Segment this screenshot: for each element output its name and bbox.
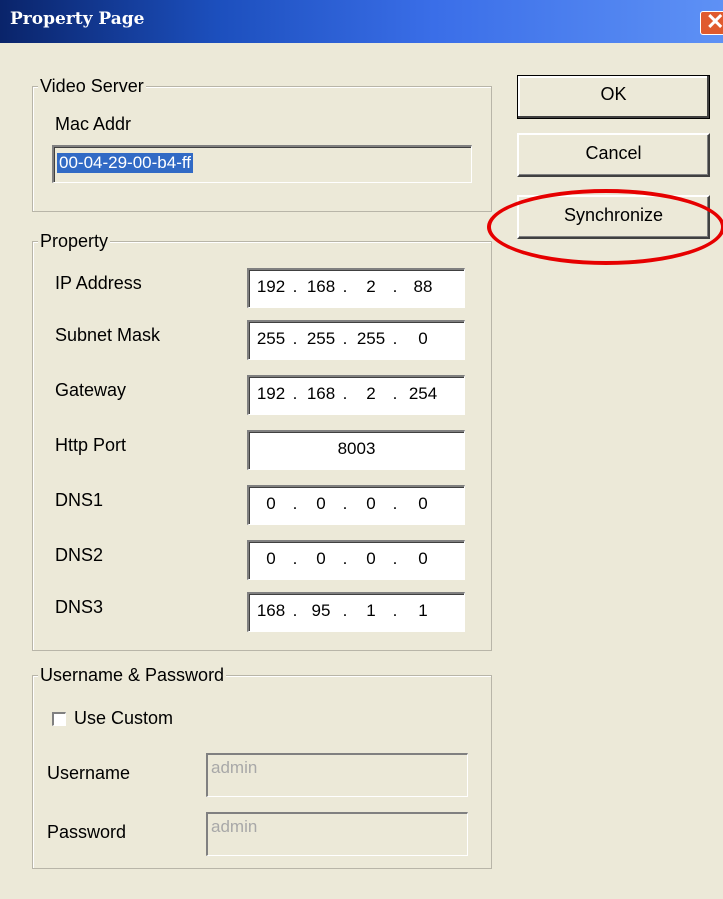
mac-addr-field[interactable]: 00-04-29-00-b4-ff xyxy=(52,145,472,183)
ip-dot: . xyxy=(392,277,398,296)
dns2-field[interactable]: 0 . 0 . 0 . 0 xyxy=(247,540,465,580)
ip-dot: . xyxy=(392,601,398,620)
ip-dot: . xyxy=(292,277,298,296)
ip-octet: 254 xyxy=(408,384,438,403)
close-icon: ✕ xyxy=(706,9,723,34)
ok-button-label: OK xyxy=(600,84,627,104)
subnet-mask-label: Subnet Mask xyxy=(55,325,161,345)
ip-octet: 168 xyxy=(256,601,286,620)
subnet-mask-field[interactable]: 255 . 255 . 255 . 0 xyxy=(247,320,465,360)
ip-octet: 255 xyxy=(256,329,286,348)
gateway-label: Gateway xyxy=(55,380,127,400)
username-field[interactable]: admin xyxy=(206,753,468,797)
cancel-button[interactable]: Cancel xyxy=(517,133,710,177)
ip-dot: . xyxy=(342,549,348,568)
ip-octet: 0 xyxy=(418,549,428,568)
synchronize-button-label: Synchronize xyxy=(563,205,664,225)
ip-octet: 0 xyxy=(316,494,326,513)
video-server-legend: Video Server xyxy=(38,75,146,97)
ip-octet: 168 xyxy=(306,384,336,403)
ip-octet: 2 xyxy=(366,384,376,403)
ip-octet: 0 xyxy=(418,494,428,513)
ip-dot: . xyxy=(292,494,298,513)
property-page-window: Property Page ✕ Video Server Mac Addr 00… xyxy=(0,0,723,899)
close-button[interactable]: ✕ xyxy=(700,9,723,35)
synchronize-button[interactable]: Synchronize xyxy=(517,195,710,239)
ip-octet: 0 xyxy=(418,329,428,348)
ip-address-label: IP Address xyxy=(55,273,142,293)
ip-dot: . xyxy=(342,277,348,296)
dns1-label: DNS1 xyxy=(55,490,104,510)
password-label: Password xyxy=(47,822,127,842)
use-custom-checkbox[interactable] xyxy=(52,712,66,726)
ip-dot: . xyxy=(392,549,398,568)
property-legend: Property xyxy=(38,230,111,252)
ip-dot: . xyxy=(342,601,348,620)
ip-dot: . xyxy=(342,329,348,348)
ip-dot: . xyxy=(392,494,398,513)
http-port-label: Http Port xyxy=(55,435,127,455)
dns1-field[interactable]: 0 . 0 . 0 . 0 xyxy=(247,485,465,525)
ip-octet: 1 xyxy=(418,601,428,620)
ip-octet: 2 xyxy=(366,277,376,296)
ip-octet: 0 xyxy=(266,494,276,513)
ip-octet: 168 xyxy=(306,277,336,296)
gateway-field[interactable]: 192 . 168 . 2 . 254 xyxy=(247,375,465,415)
ip-dot: . xyxy=(392,384,398,403)
ip-octet: 192 xyxy=(256,277,286,296)
ip-octet: 1 xyxy=(366,601,376,620)
ip-octet: 192 xyxy=(256,384,286,403)
ip-octet: 0 xyxy=(366,494,376,513)
dns2-label: DNS2 xyxy=(55,545,104,565)
ip-dot: . xyxy=(392,329,398,348)
mac-addr-value: 00-04-29-00-b4-ff xyxy=(57,153,193,173)
ip-dot: . xyxy=(292,601,298,620)
ok-button[interactable]: OK xyxy=(517,75,710,119)
ip-address-field[interactable]: 192 . 168 . 2 . 88 xyxy=(247,268,465,308)
ip-octet: 88 xyxy=(413,277,433,296)
ip-octet: 95 xyxy=(311,601,331,620)
password-value: admin xyxy=(211,817,258,836)
use-custom-label: Use Custom xyxy=(74,708,174,728)
dns3-field[interactable]: 168 . 95 . 1 . 1 xyxy=(247,592,465,632)
ip-octet: 0 xyxy=(366,549,376,568)
http-port-field[interactable]: 8003 xyxy=(247,430,465,470)
ip-octet: 0 xyxy=(266,549,276,568)
ip-dot: . xyxy=(292,384,298,403)
ip-octet: 255 xyxy=(306,329,336,348)
username-value: admin xyxy=(211,758,258,777)
ip-dot: . xyxy=(342,384,348,403)
title-bar: Property Page ✕ xyxy=(0,0,723,43)
mac-addr-label: Mac Addr xyxy=(55,114,132,134)
ip-dot: . xyxy=(292,549,298,568)
ip-octet: 255 xyxy=(356,329,386,348)
http-port-value: 8003 xyxy=(337,439,376,458)
window-title: Property Page xyxy=(10,9,145,29)
username-label: Username xyxy=(47,763,131,783)
ip-octet: 0 xyxy=(316,549,326,568)
cancel-button-label: Cancel xyxy=(585,143,642,163)
ip-dot: . xyxy=(292,329,298,348)
dns3-label: DNS3 xyxy=(55,597,104,617)
credentials-legend: Username & Password xyxy=(38,664,227,686)
ip-dot: . xyxy=(342,494,348,513)
password-field[interactable]: admin xyxy=(206,812,468,856)
